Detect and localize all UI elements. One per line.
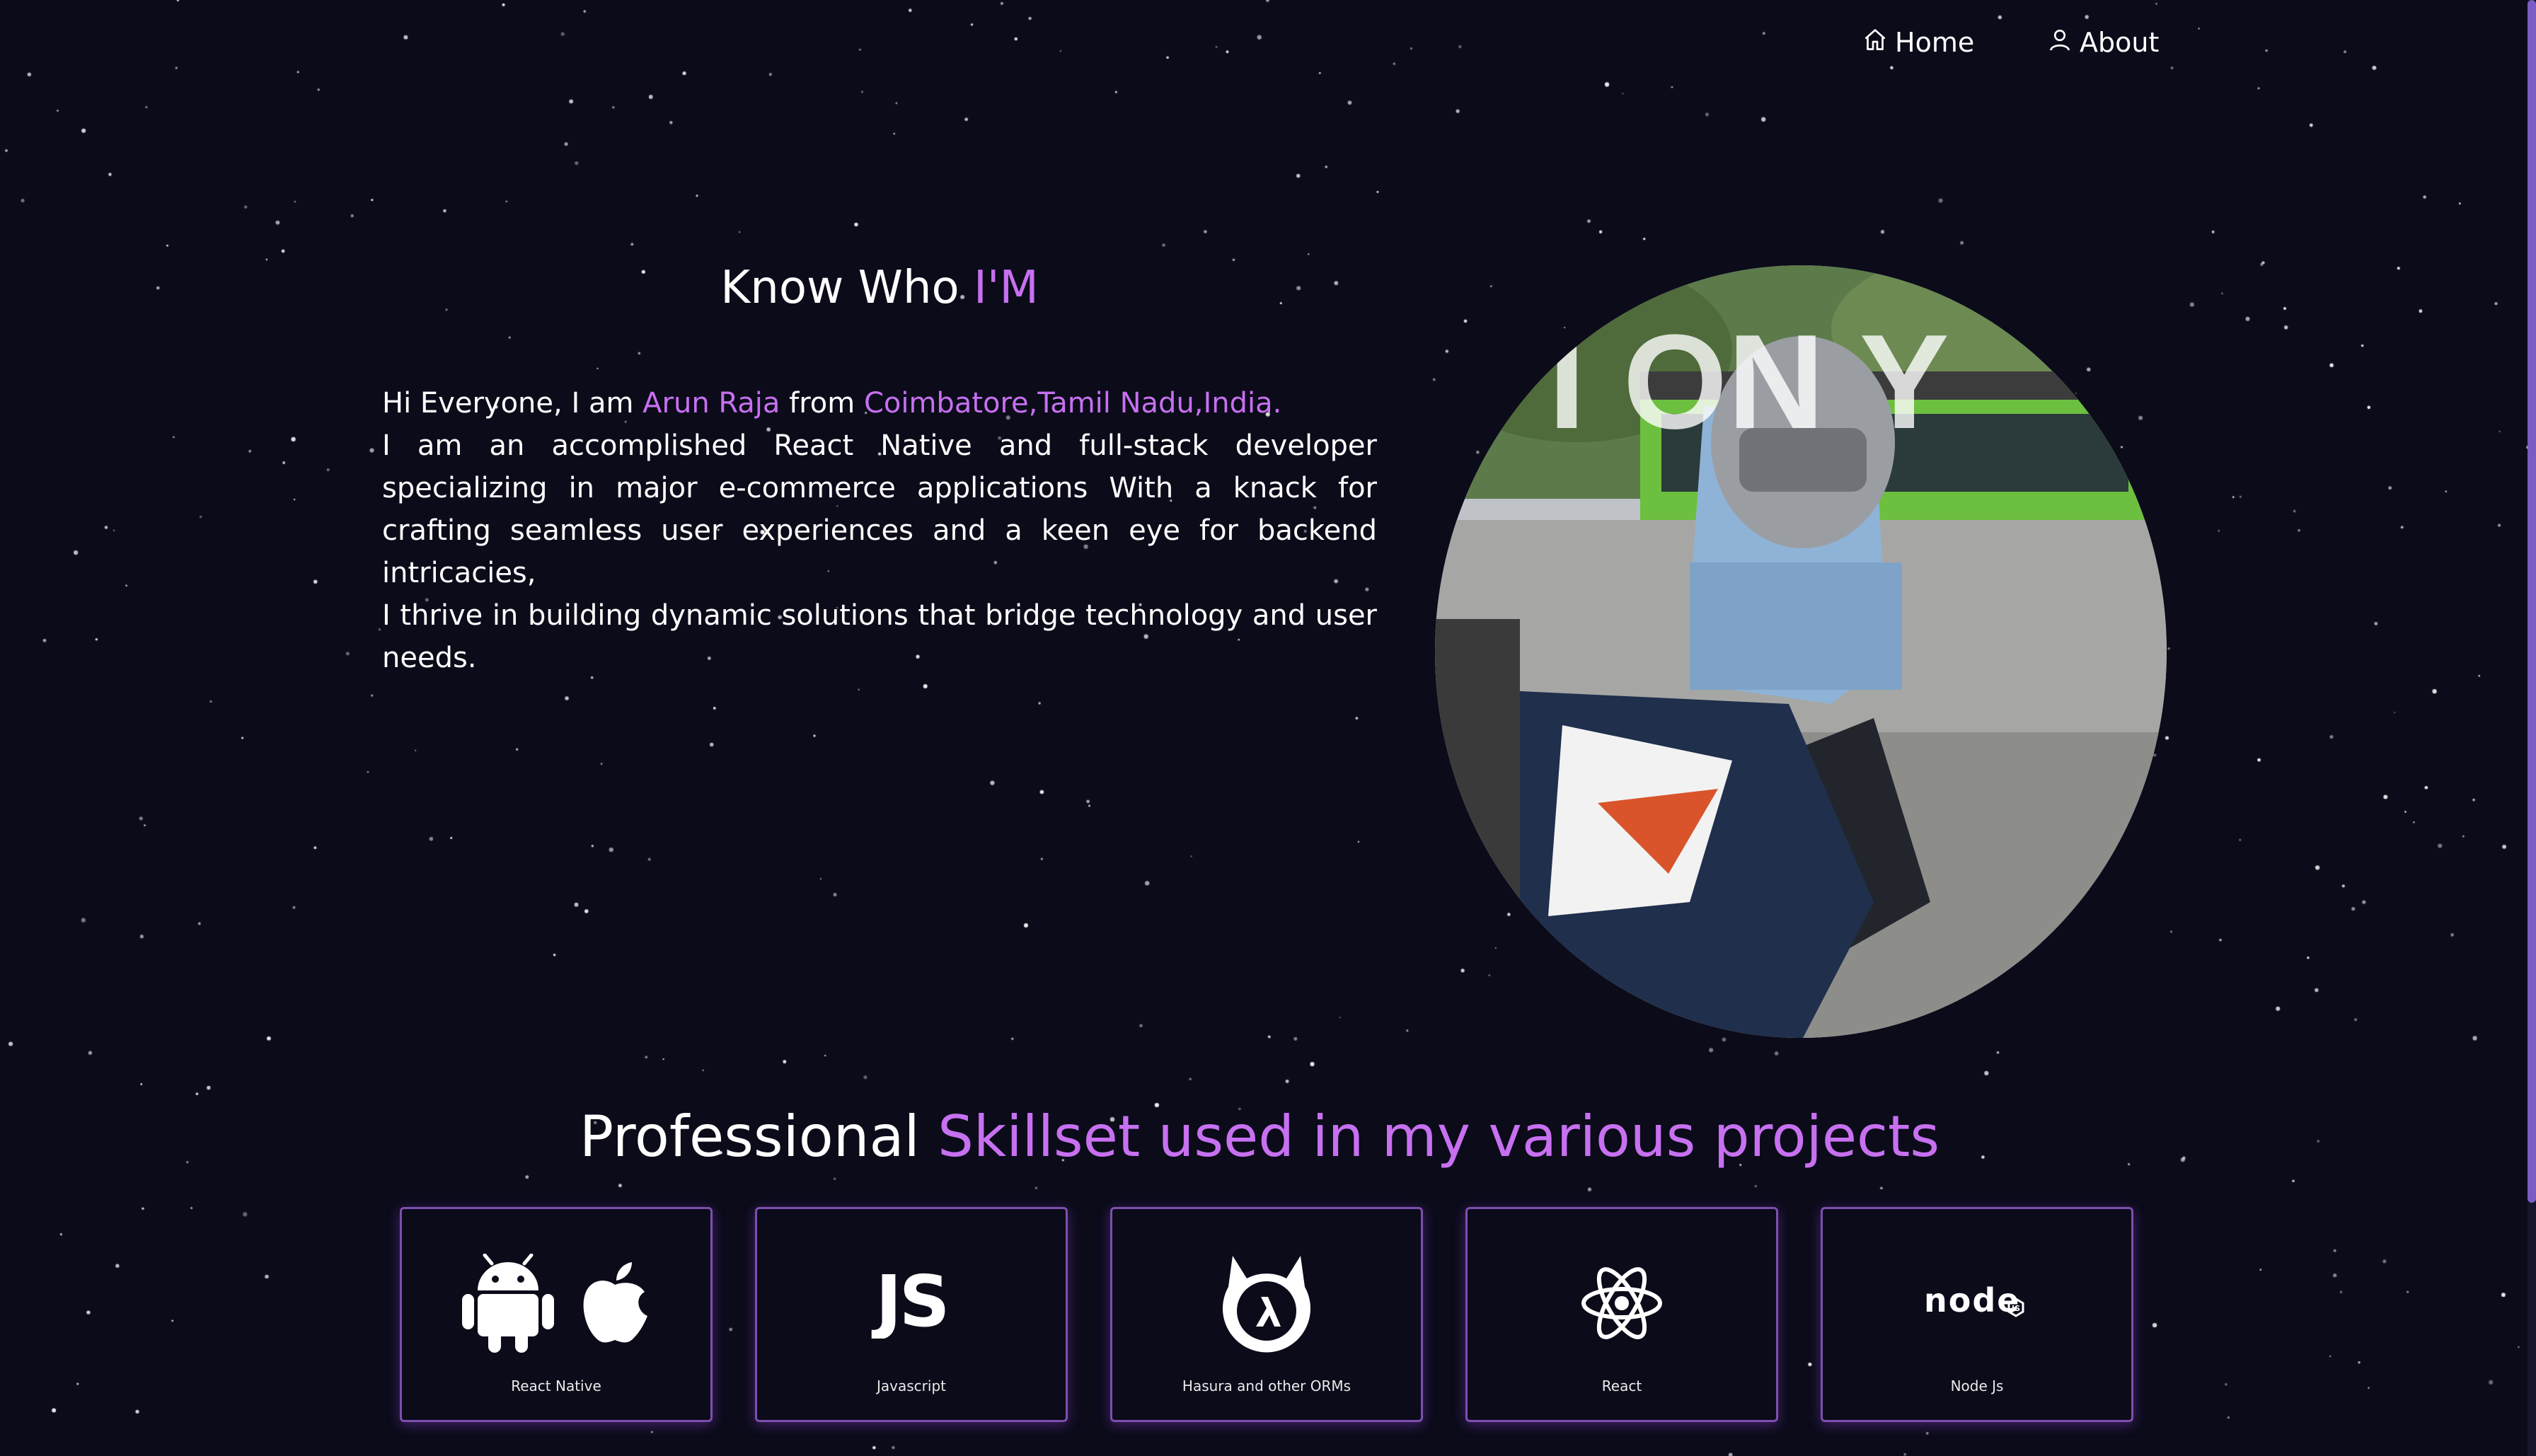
nav-about-label: About [2080,27,2160,58]
about-intro: Hi Everyone, I am Arun Raja from Coimbat… [382,382,1377,679]
intro-paragraph-2: I thrive in building dynamic solutions t… [382,599,1377,674]
nav-about-link[interactable]: About [2047,24,2159,61]
greeting-line: Hi Everyone, I am Arun Raja from Coimbat… [382,382,1377,424]
skills-heading-plain: Professional [579,1104,938,1169]
nav-home-link[interactable]: Home [1862,24,1974,61]
from-word: from [780,387,864,420]
skill-card-nodejs[interactable]: node JS Node Js [1821,1207,2133,1422]
skill-label: Node Js [1950,1377,2004,1394]
svg-text:JS: JS [2011,1304,2020,1313]
about-heading-plain: Know Who [720,262,974,314]
nodejs-icon: node JS [1924,1281,2030,1327]
about-heading: Know Who I'M [382,262,1377,314]
apple-icon [580,1261,650,1348]
skill-card-hasura[interactable]: Hasura and other ORMs [1110,1207,1423,1422]
svg-text:node: node [1924,1282,2020,1319]
skills-heading: Professional Skillset used in my various… [0,1104,2519,1169]
skill-label: React [1601,1377,1642,1394]
home-icon [1862,27,1888,59]
intro-paragraph-1: I am an accomplished React Native and fu… [382,429,1377,589]
photo-overlay-text: I ON Y [1548,307,1949,457]
skill-label: Javascript [877,1377,946,1394]
author-name: Arun Raja [642,387,780,420]
svg-text:JS: JS [871,1268,947,1339]
hasura-icon [1217,1250,1316,1359]
android-icon [462,1253,554,1356]
skills-heading-accent: Skillset used in my various projects [938,1104,1940,1169]
skill-label: Hasura and other ORMs [1182,1377,1351,1394]
author-location: Coimbatore,Tamil Nadu,India. [863,387,1282,420]
javascript-icon: JS [869,1260,954,1343]
greeting-prefix: Hi Everyone, I am [382,387,643,420]
about-heading-accent: I'M [974,262,1039,314]
skill-card-react-native[interactable]: React Native [400,1207,713,1422]
react-icon [1579,1264,1664,1345]
scrollbar-thumb[interactable] [2528,0,2536,1203]
skill-card-javascript[interactable]: JS Javascript [755,1207,1068,1422]
user-icon [2047,27,2073,59]
skill-card-react[interactable]: React [1465,1207,1778,1422]
nav-home-label: Home [1895,27,1975,58]
profile-photo: I ON Y [1435,265,2167,1038]
skill-label: React Native [511,1377,601,1394]
skills-grid: React Native JS Javascript Hasura and ot… [400,1207,2133,1422]
